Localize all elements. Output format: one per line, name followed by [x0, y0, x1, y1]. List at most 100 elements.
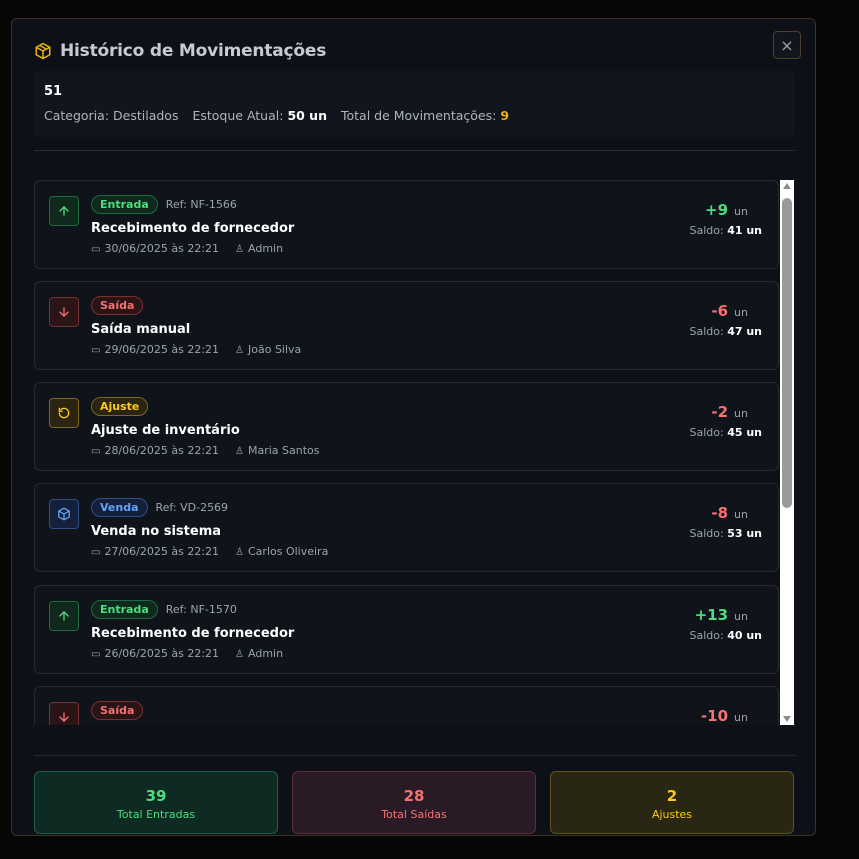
- arrow-up-icon: [49, 196, 79, 226]
- user-info: ♙ Admin: [235, 242, 283, 255]
- type-badge: Entrada: [91, 195, 158, 214]
- arrow-down-icon: [49, 702, 79, 725]
- date-info: ▭ 27/06/2025 às 22:21: [91, 545, 219, 558]
- quantity-block: -10 un: [701, 707, 762, 725]
- total-label: Total de Movimentações:: [340, 108, 497, 123]
- type-badge: Ajuste: [91, 397, 149, 416]
- user-info: ♙ Maria Santos: [235, 444, 320, 457]
- product-details: Categoria: Destilados Estoque Atual: 50 …: [44, 108, 785, 123]
- saldo-info: Saldo: 47 un: [689, 325, 762, 338]
- movement-meta: ▭ 27/06/2025 às 22:21 ♙ Carlos Oliveira: [91, 545, 328, 558]
- date-info: ▭ 29/06/2025 às 22:21: [91, 343, 219, 356]
- quantity-value: -6: [711, 302, 729, 320]
- user-text: Admin: [248, 242, 284, 255]
- calendar-icon: ▭: [91, 649, 101, 660]
- calendar-icon: ▭: [91, 244, 101, 255]
- scroll-thumb[interactable]: [782, 198, 792, 508]
- badge-line: Venda Ref: VD-2569: [91, 498, 228, 517]
- movement-item[interactable]: Venda Ref: VD-2569 Venda no sistema ▭ 27/…: [34, 483, 779, 572]
- quantity-unit: un: [734, 610, 748, 623]
- user-info: ♙ Admin: [235, 647, 283, 660]
- movement-meta: ▭ 29/06/2025 às 22:21 ♙ João Silva: [91, 343, 301, 356]
- scrollbar[interactable]: [780, 180, 794, 725]
- saldo-label: Saldo:: [689, 325, 724, 338]
- user-icon: ♙: [235, 345, 244, 356]
- arrow-down-icon: [49, 297, 79, 327]
- badge-line: Saída: [91, 296, 144, 315]
- movement-item[interactable]: Entrada Ref: NF-1566 Recebimento de forn…: [34, 180, 779, 269]
- badge-line: Ajuste: [91, 397, 149, 416]
- total-info: Total de Movimentações: 9: [341, 108, 509, 123]
- saldo-value: 40 un: [727, 629, 762, 642]
- movement-meta: ▭ 28/06/2025 às 22:21 ♙ Maria Santos: [91, 444, 320, 457]
- movement-item[interactable]: Entrada Ref: NF-1570 Recebimento de forn…: [34, 585, 779, 674]
- date-info: ▭ 28/06/2025 às 22:21: [91, 444, 219, 457]
- movement-item[interactable]: Saída Saída manual ▭ 29/06/2025 às 22:21 …: [34, 281, 779, 370]
- rotate-icon: [49, 398, 79, 428]
- ajustes-value: 2: [666, 787, 678, 805]
- summary-entradas: 39 Total Entradas: [34, 771, 278, 834]
- date-info: ▭ 30/06/2025 às 22:21: [91, 242, 219, 255]
- stock-value: 50 un: [287, 108, 327, 123]
- badge-line: Saída: [91, 701, 144, 720]
- quantity-value: +9: [705, 201, 729, 219]
- date-text: 29/06/2025 às 22:21: [104, 343, 220, 356]
- user-info: ♙ João Silva: [235, 343, 301, 356]
- user-text: Carlos Oliveira: [248, 545, 329, 558]
- saldo-value: 41 un: [727, 224, 762, 237]
- user-icon: ♙: [235, 244, 244, 255]
- quantity-value: -2: [711, 403, 729, 421]
- ajustes-label: Ajustes: [651, 808, 693, 821]
- movement-item[interactable]: Ajuste Ajuste de inventário ▭ 28/06/2025 …: [34, 382, 779, 471]
- saldo-label: Saldo:: [689, 629, 724, 642]
- type-badge: Venda: [91, 498, 148, 517]
- movement-description: Recebimento de fornecedor: [91, 626, 295, 641]
- movement-meta: ▭ 26/06/2025 às 22:21 ♙ Admin: [91, 647, 283, 660]
- movement-description: Venda no sistema: [91, 524, 222, 539]
- close-button[interactable]: ×: [773, 31, 801, 59]
- scroll-down-arrow-icon[interactable]: [783, 716, 791, 722]
- scroll-up-arrow-icon[interactable]: [783, 183, 791, 189]
- date-text: 26/06/2025 às 22:21: [104, 647, 220, 660]
- quantity-block: -8 un Saldo: 53 un: [689, 504, 762, 540]
- saldo-label: Saldo:: [689, 224, 724, 237]
- movement-item[interactable]: Saída -10 un: [34, 686, 779, 725]
- movement-description: Saída manual: [91, 322, 191, 337]
- type-badge: Saída: [91, 296, 144, 315]
- user-text: Admin: [248, 647, 284, 660]
- movement-history-modal: Histórico de Movimentações × 51 Categori…: [11, 18, 816, 836]
- user-text: Maria Santos: [248, 444, 320, 457]
- quantity-block: +9 un Saldo: 41 un: [689, 201, 762, 237]
- product-info: 51 Categoria: Destilados Estoque Atual: …: [34, 71, 795, 137]
- user-info: ♙ Carlos Oliveira: [235, 545, 328, 558]
- saldo-value: 53 un: [727, 527, 762, 540]
- stock-info: Estoque Atual: 50 un: [192, 108, 327, 123]
- ref-text: Ref: VD-2569: [155, 501, 229, 514]
- modal-header: Histórico de Movimentações: [34, 41, 326, 61]
- movement-description: Ajuste de inventário: [91, 423, 240, 438]
- type-badge: Entrada: [91, 600, 158, 619]
- entradas-value: 39: [145, 787, 167, 805]
- type-badge: Saída: [91, 701, 144, 720]
- quantity-unit: un: [734, 711, 748, 724]
- quantity-unit: un: [734, 306, 748, 319]
- badge-line: Entrada Ref: NF-1570: [91, 600, 237, 619]
- modal-title: Histórico de Movimentações: [60, 41, 327, 61]
- category-info: Categoria: Destilados: [44, 108, 178, 123]
- movement-meta: ▭ 30/06/2025 às 22:21 ♙ Admin: [91, 242, 283, 255]
- quantity-value: -8: [711, 504, 729, 522]
- calendar-icon: ▭: [91, 446, 101, 457]
- saidas-value: 28: [403, 787, 425, 805]
- saldo-info: Saldo: 45 un: [689, 426, 762, 439]
- ref-text: Ref: NF-1566: [165, 198, 237, 211]
- saldo-label: Saldo:: [689, 426, 724, 439]
- package-icon: [35, 42, 51, 60]
- summary-saidas: 28 Total Saídas: [292, 771, 536, 834]
- user-icon: ♙: [235, 649, 244, 660]
- quantity-unit: un: [734, 508, 748, 521]
- divider: [34, 755, 795, 756]
- saldo-info: Saldo: 41 un: [689, 224, 762, 237]
- movement-list[interactable]: Entrada Ref: NF-1566 Recebimento de forn…: [34, 180, 781, 725]
- saldo-value: 45 un: [727, 426, 762, 439]
- quantity-block: +13 un Saldo: 40 un: [689, 606, 762, 642]
